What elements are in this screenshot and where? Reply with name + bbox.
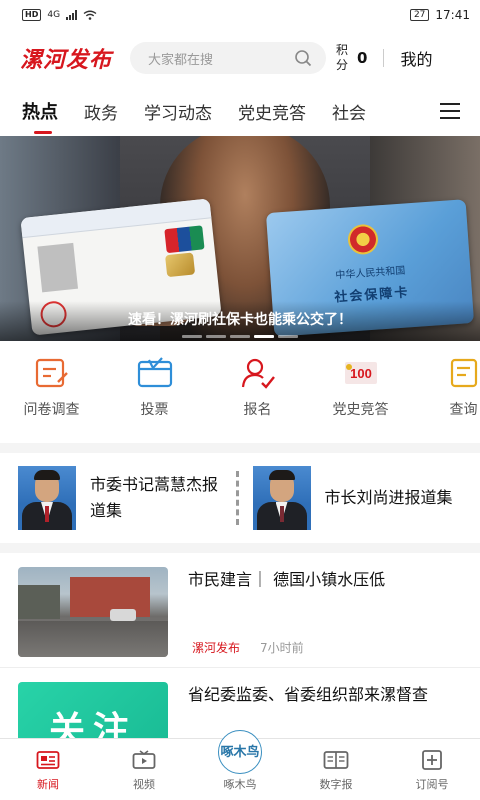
points-label: 积分 bbox=[336, 43, 349, 72]
service-survey[interactable]: 问卷调查 bbox=[0, 355, 103, 443]
nav-video[interactable]: 视频 bbox=[96, 739, 192, 800]
news-icon bbox=[35, 748, 61, 772]
my-profile-button[interactable]: 我的 bbox=[400, 46, 432, 70]
service-query[interactable]: 查询 bbox=[412, 355, 480, 443]
search-placeholder: 大家都在搜 bbox=[148, 52, 214, 68]
service-shortcuts: 问卷调查 投票 报名 100 党史竞答 查询 bbox=[0, 341, 480, 443]
svg-text:100: 100 bbox=[350, 366, 372, 381]
nav-label: 订阅号 bbox=[415, 778, 449, 791]
tab-government[interactable]: 政务 bbox=[84, 99, 118, 124]
carousel-dot bbox=[278, 335, 298, 338]
video-icon bbox=[131, 748, 157, 772]
banner-caption: 速看！漯河刷社保卡也能乘公交了！ bbox=[128, 312, 352, 328]
tab-hot[interactable]: 热点 bbox=[22, 98, 58, 134]
leader-report-collections: 市委书记蒿慧杰报道集 市长刘尚进报道集 bbox=[0, 453, 480, 543]
query-icon bbox=[444, 355, 480, 391]
news-time: 7小时前 bbox=[260, 641, 304, 655]
nav-woodpecker[interactable]: 啄木鸟 啄木鸟 bbox=[192, 730, 288, 800]
national-emblem-icon bbox=[346, 223, 379, 256]
hd-indicator: HD bbox=[22, 9, 42, 21]
newspaper-icon bbox=[323, 748, 349, 772]
app-logo[interactable]: 漯河发布 bbox=[20, 42, 112, 74]
battery-icon: 27 bbox=[409, 9, 430, 21]
points-widget[interactable]: 积分 0 bbox=[336, 43, 367, 73]
carousel-dot bbox=[230, 335, 250, 338]
points-value: 0 bbox=[357, 49, 368, 67]
vote-icon bbox=[135, 355, 175, 391]
subscribe-icon bbox=[419, 748, 445, 772]
service-signup[interactable]: 报名 bbox=[206, 355, 309, 443]
app-header: 漯河发布 大家都在搜 积分 0 我的 bbox=[0, 30, 480, 86]
tab-study[interactable]: 学习动态 bbox=[144, 99, 212, 124]
service-vote[interactable]: 投票 bbox=[103, 355, 206, 443]
avatar bbox=[18, 466, 76, 530]
bottom-navigation: 新闻 视频 啄木鸟 啄木鸟 数字报 订阅号 bbox=[0, 730, 480, 800]
nav-news[interactable]: 新闻 bbox=[0, 739, 96, 800]
category-tabs: 热点 政务 学习动态 党史竞答 社会 bbox=[0, 86, 480, 136]
app-screen: HD 4G 27 17:41 漯河发布 大家都在搜 积分 0 我的 热点 政务 … bbox=[0, 0, 480, 800]
menu-icon[interactable] bbox=[420, 86, 480, 136]
news-title: 市民建言｜ 德国小镇水压低 bbox=[188, 570, 386, 589]
leader-title: 市长刘尚进报道集 bbox=[324, 488, 453, 507]
signal-icon bbox=[66, 10, 78, 20]
carousel-dot-active bbox=[254, 335, 274, 338]
status-bar: HD 4G 27 17:41 bbox=[0, 0, 480, 30]
nav-subscriptions[interactable]: 订阅号 bbox=[384, 739, 480, 800]
nav-digital-paper[interactable]: 数字报 bbox=[288, 739, 384, 800]
nav-label: 视频 bbox=[133, 778, 155, 791]
survey-icon bbox=[32, 355, 72, 391]
party-history-icon: 100 bbox=[341, 355, 381, 391]
news-title: 省纪委监委、省委组织部来漯督查 bbox=[188, 685, 429, 704]
banner-carousel[interactable]: 中华人民共和国 社会保障卡 速看！漯河刷社保卡也能乘公交了！ bbox=[0, 136, 480, 341]
news-thumbnail bbox=[18, 567, 168, 657]
carousel-indicator bbox=[0, 335, 480, 338]
nav-label: 新闻 bbox=[37, 778, 59, 791]
divider bbox=[383, 49, 385, 67]
tab-party-history[interactable]: 党史竞答 bbox=[238, 99, 306, 124]
woodpecker-logo-icon: 啄木鸟 bbox=[218, 730, 262, 774]
wifi-icon bbox=[83, 10, 97, 20]
divider bbox=[235, 471, 239, 525]
news-item[interactable]: 市民建言｜ 德国小镇水压低 漯河发布 7小时前 bbox=[0, 553, 480, 667]
signup-icon bbox=[238, 355, 278, 391]
leader-card-secretary[interactable]: 市委书记蒿慧杰报道集 bbox=[18, 466, 228, 530]
tab-society[interactable]: 社会 bbox=[332, 99, 366, 124]
network-type: 4G bbox=[47, 10, 61, 20]
carousel-dot bbox=[206, 335, 226, 338]
carousel-dot bbox=[182, 335, 202, 338]
leader-card-mayor[interactable]: 市长刘尚进报道集 bbox=[252, 466, 463, 530]
leader-title: 市委书记蒿慧杰报道集 bbox=[90, 475, 219, 520]
search-input[interactable]: 大家都在搜 bbox=[130, 42, 327, 74]
nav-label: 数字报 bbox=[319, 778, 353, 791]
news-source: 漯河发布 bbox=[192, 641, 241, 655]
nav-label: 啄木鸟 bbox=[223, 778, 257, 791]
search-icon bbox=[295, 50, 312, 67]
clock: 17:41 bbox=[435, 8, 470, 22]
avatar bbox=[252, 466, 311, 530]
service-party-history[interactable]: 100 党史竞答 bbox=[309, 355, 412, 443]
